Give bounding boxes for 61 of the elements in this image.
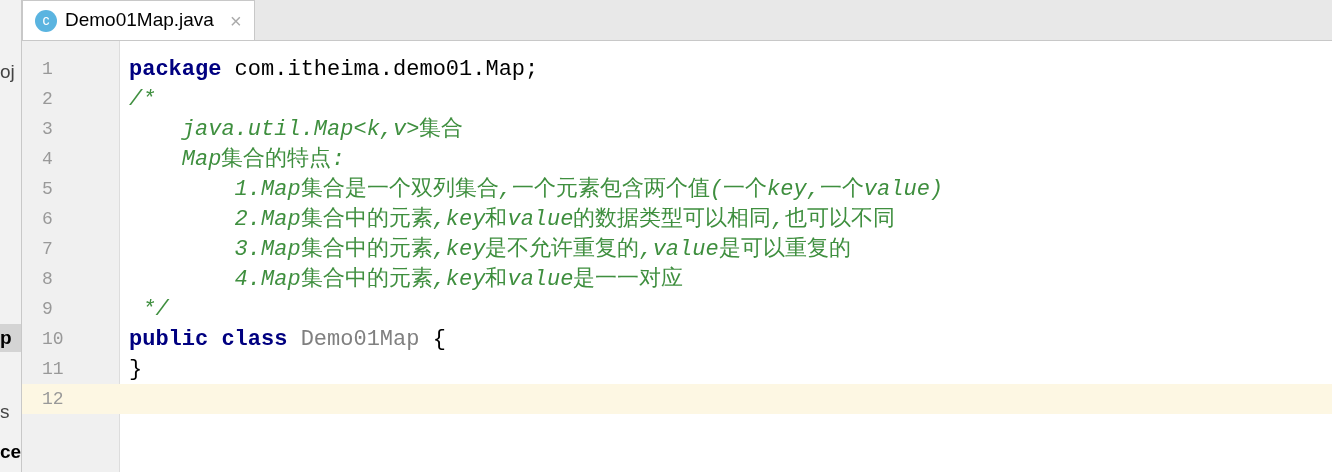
line-number: 2 <box>41 87 54 111</box>
code-text: { <box>431 325 446 354</box>
project-tree-item[interactable]: p <box>0 324 21 352</box>
code-comment: , <box>498 175 512 204</box>
code-comment: /* <box>129 85 156 114</box>
line-number: 6 <box>41 207 54 231</box>
code-comment: ,key <box>432 265 486 294</box>
code-comment: value) <box>863 175 944 204</box>
code-text: com.itheima.demo01.Map; <box>233 55 539 84</box>
code-comment: 集合中的元素 <box>300 235 433 264</box>
code-comment: 1.Map <box>233 175 301 204</box>
code-comment: java.util.Map<k,v> <box>180 115 420 144</box>
line-number: 9 <box>41 297 54 321</box>
code-comment: 是一一对应 <box>573 265 684 294</box>
project-tree-item[interactable]: ce <box>0 438 21 466</box>
code-comment: 也可以不同 <box>784 205 895 234</box>
line-number: 5 <box>41 177 54 201</box>
editor-tab[interactable]: c Demo01Map.java × <box>22 0 255 40</box>
code-comment: 和 <box>485 265 508 294</box>
line-number: 8 <box>41 267 54 291</box>
code-comment: value <box>507 265 574 294</box>
code-comment: 和 <box>485 205 508 234</box>
code-comment: Map <box>180 145 222 174</box>
code-comment: 集合的特点 <box>221 145 332 174</box>
line-number: 4 <box>41 147 54 171</box>
line-number: 10 <box>41 327 65 351</box>
code-comment: 的数据类型可以相同 <box>573 205 772 234</box>
project-tree-item[interactable]: s <box>0 398 21 426</box>
code-comment: ,value <box>639 235 719 264</box>
code-comment: : <box>331 145 345 174</box>
code-keyword: public class <box>129 325 288 354</box>
code-comment: */ <box>141 295 169 324</box>
code-comment: 一个元素包含两个值 <box>511 175 710 204</box>
code-comment: ( <box>709 175 724 204</box>
code-comment: 2.Map <box>233 205 301 234</box>
code-text: } <box>129 355 143 384</box>
code-comment: 4.Map <box>233 265 301 294</box>
code-keyword: package <box>129 55 222 84</box>
class-file-icon: c <box>35 9 57 32</box>
line-number: 3 <box>41 117 54 141</box>
line-number: 1 <box>41 57 54 81</box>
code-comment: 集合中的元素 <box>300 265 433 294</box>
tab-label: Demo01Map.java <box>65 8 214 33</box>
code-comment: value <box>507 205 574 234</box>
code-comment: key, <box>767 175 820 204</box>
code-comment: 集合中的元素 <box>300 205 433 234</box>
code-comment: 是不允许重复的 <box>485 235 640 264</box>
code-comment: , <box>771 205 785 234</box>
line-number: 7 <box>41 237 54 261</box>
code-comment: ,key <box>432 235 486 264</box>
code-comment: 是可以重复的 <box>718 235 851 264</box>
project-tree-item[interactable]: oj <box>0 58 21 86</box>
code-comment: 一个 <box>819 175 864 204</box>
code-comment: 3.Map <box>233 235 301 264</box>
line-number: 11 <box>41 357 65 381</box>
code-comment: 集合 <box>419 115 464 144</box>
line-number: 12 <box>41 387 65 411</box>
code-comment: 集合是一个双列集合 <box>300 175 499 204</box>
code-comment: 一个 <box>723 175 768 204</box>
class-name: Demo01Map <box>299 325 420 354</box>
code-comment: ,key <box>432 205 486 234</box>
